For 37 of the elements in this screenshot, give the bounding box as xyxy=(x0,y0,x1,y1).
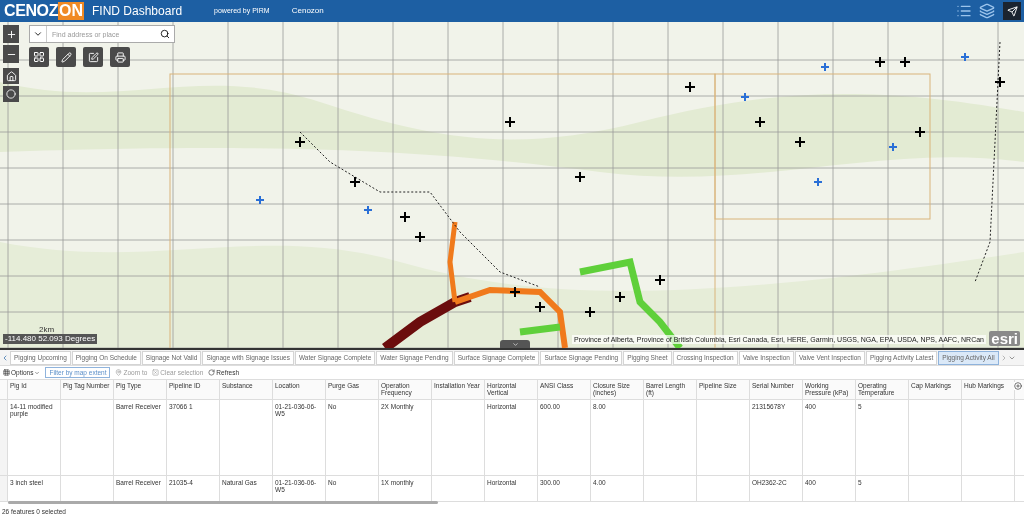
printer-icon xyxy=(114,51,126,63)
send-button[interactable] xyxy=(1003,2,1021,20)
grid-icon xyxy=(3,369,10,376)
circle-icon xyxy=(6,89,16,99)
caret-icon xyxy=(34,369,41,376)
grid-icon xyxy=(33,51,45,63)
zoom-in-button[interactable] xyxy=(3,25,19,43)
caret-icon xyxy=(511,340,519,348)
company-text: Cenozon xyxy=(291,5,324,17)
locate-button[interactable] xyxy=(3,86,19,102)
coordinates-label: -114.480 52.093 Degrees xyxy=(3,334,98,344)
caret-icon[interactable] xyxy=(33,29,43,39)
esri-logo: esri xyxy=(989,331,1020,346)
scroll-left-icon[interactable] xyxy=(1,353,9,362)
home-button[interactable] xyxy=(3,68,19,84)
pencil-icon xyxy=(60,51,72,63)
logo: CENOZON xyxy=(4,2,84,20)
search-icon[interactable] xyxy=(160,29,170,39)
clear-icon xyxy=(152,369,160,376)
send-icon xyxy=(1006,5,1018,17)
zoom-out-button[interactable] xyxy=(3,45,19,63)
add-column-icon[interactable] xyxy=(1014,382,1022,390)
pencil-tool-button[interactable] xyxy=(56,47,76,67)
refresh-icon xyxy=(208,369,216,376)
horizontal-scrollbar[interactable] xyxy=(8,501,438,504)
edit-icon xyxy=(87,51,99,63)
home-icon xyxy=(5,70,17,82)
layers-icon[interactable] xyxy=(979,3,995,19)
plus-icon xyxy=(5,28,17,40)
edit-tool-button[interactable] xyxy=(83,47,103,67)
app-title: FIND Dashboard xyxy=(92,3,183,20)
print-button[interactable] xyxy=(110,47,130,67)
scale-label: 2km xyxy=(39,326,56,334)
grid-tool-button[interactable] xyxy=(29,47,49,67)
pin-icon xyxy=(115,369,123,376)
collapse-handle[interactable] xyxy=(500,340,530,348)
legend-list-icon[interactable] xyxy=(956,3,972,19)
